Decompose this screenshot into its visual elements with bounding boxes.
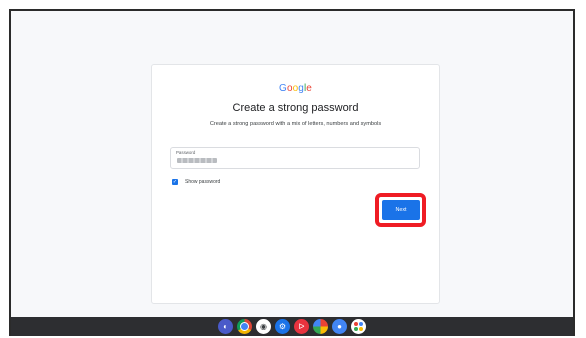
next-button[interactable]: Next	[382, 200, 420, 220]
page-subtitle: Create a strong password with a mix of l…	[209, 121, 382, 127]
password-field-label: Password	[176, 150, 196, 155]
app-grid-dots	[354, 322, 363, 331]
logo-letter: e	[306, 83, 312, 94]
setup-background: Google Create a strong password Create a…	[11, 11, 573, 317]
chrome-icon[interactable]	[237, 319, 252, 334]
assistant-icon[interactable]: ●	[332, 319, 347, 334]
launcher-icon[interactable]: ◐	[218, 319, 233, 334]
password-field[interactable]: Password	[170, 147, 420, 169]
setup-card: Google Create a strong password Create a…	[151, 64, 440, 304]
device-screen: Google Create a strong password Create a…	[9, 9, 575, 336]
logo-letter: G	[279, 83, 287, 94]
show-password-row[interactable]: ✓ Show password	[172, 178, 220, 186]
google-logo: Google	[152, 83, 439, 94]
shelf: ◐ ◉ ⚙ ᐅ ●	[11, 317, 573, 336]
app-grid-icon[interactable]	[351, 319, 366, 334]
chrome-icon-center	[240, 322, 249, 331]
show-password-label: Show password	[185, 179, 221, 185]
play-store-icon[interactable]: ᐅ	[294, 319, 309, 334]
camera-icon[interactable]: ◉	[256, 319, 271, 334]
photos-icon[interactable]	[313, 319, 328, 334]
screenshot: Google Create a strong password Create a…	[0, 0, 586, 338]
page-title: Create a strong password	[232, 102, 359, 114]
show-password-checkbox[interactable]: ✓	[172, 179, 178, 185]
settings-icon[interactable]: ⚙	[275, 319, 290, 334]
password-masked-value	[177, 158, 217, 163]
